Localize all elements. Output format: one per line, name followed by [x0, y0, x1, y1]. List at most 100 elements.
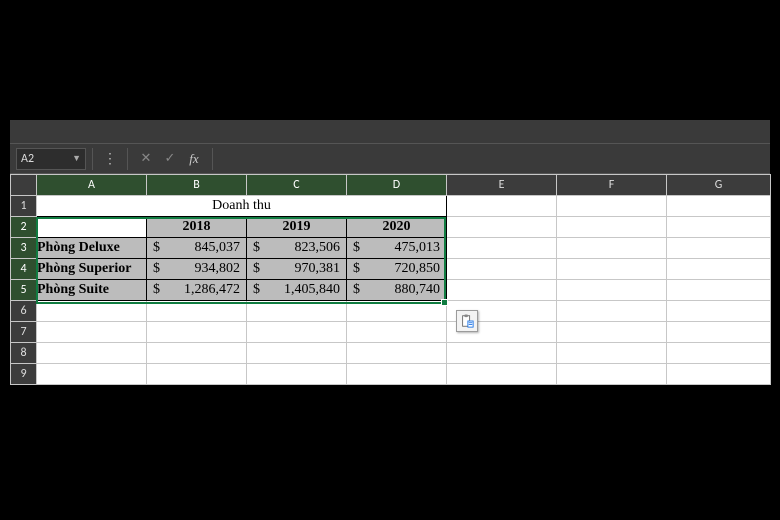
cell-A5[interactable]: Phòng Suite	[37, 280, 147, 301]
cell-F4[interactable]	[557, 259, 667, 280]
formula-input[interactable]	[219, 148, 770, 170]
cell-B9[interactable]	[147, 364, 247, 385]
cell-A6[interactable]	[37, 301, 147, 322]
cell-G2[interactable]	[667, 217, 771, 238]
cell-E4[interactable]	[447, 259, 557, 280]
row-header-5[interactable]: 5	[11, 280, 37, 301]
row-header-3[interactable]: 3	[11, 238, 37, 259]
cell-G5[interactable]	[667, 280, 771, 301]
cell-F5[interactable]	[557, 280, 667, 301]
cell-A4[interactable]: Phòng Superior	[37, 259, 147, 280]
cell-D3[interactable]: $475,013	[347, 238, 447, 259]
cell-G7[interactable]	[667, 322, 771, 343]
col-header-E[interactable]: E	[447, 175, 557, 196]
cell-D7[interactable]	[347, 322, 447, 343]
cell-G8[interactable]	[667, 343, 771, 364]
cell-G9[interactable]	[667, 364, 771, 385]
cell-B5[interactable]: $1,286,472	[147, 280, 247, 301]
cell-F6[interactable]	[557, 301, 667, 322]
insert-function-button[interactable]: fx	[182, 148, 206, 170]
col-header-G[interactable]: G	[667, 175, 771, 196]
cell-C8[interactable]	[247, 343, 347, 364]
currency-symbol: $	[353, 261, 360, 277]
cell-G6[interactable]	[667, 301, 771, 322]
col-header-D[interactable]: D	[347, 175, 447, 196]
row-2: 2 2018 2019 2020	[11, 217, 771, 238]
col-header-B[interactable]: B	[147, 175, 247, 196]
row-header-4[interactable]: 4	[11, 259, 37, 280]
cancel-icon: ✕	[141, 151, 152, 166]
cell-B3[interactable]: $845,037	[147, 238, 247, 259]
cell-F8[interactable]	[557, 343, 667, 364]
cell-C5[interactable]: $1,405,840	[247, 280, 347, 301]
ribbon-collapsed-area	[10, 120, 770, 144]
cell-F2[interactable]	[557, 217, 667, 238]
cell-F1[interactable]	[557, 196, 667, 217]
divider	[92, 148, 93, 170]
row-3: 3 Phòng Deluxe $845,037 $823,506 $475,01…	[11, 238, 771, 259]
cell-A1-merged-title[interactable]: Doanh thu	[37, 196, 447, 217]
row-header-9[interactable]: 9	[11, 364, 37, 385]
cell-B7[interactable]	[147, 322, 247, 343]
cell-A3[interactable]: Phòng Deluxe	[37, 238, 147, 259]
row-header-7[interactable]: 7	[11, 322, 37, 343]
cell-D2[interactable]: 2020	[347, 217, 447, 238]
cell-E1[interactable]	[447, 196, 557, 217]
row-header-2[interactable]: 2	[11, 217, 37, 238]
cell-D6[interactable]	[347, 301, 447, 322]
cell-F3[interactable]	[557, 238, 667, 259]
cell-A9[interactable]	[37, 364, 147, 385]
col-header-F[interactable]: F	[557, 175, 667, 196]
worksheet-grid[interactable]: A B C D E F G 1 Doanh thu 2 2018 2019	[10, 174, 770, 385]
cell-A7[interactable]	[37, 322, 147, 343]
cell-C2[interactable]: 2019	[247, 217, 347, 238]
cell-B8[interactable]	[147, 343, 247, 364]
check-icon: ✓	[165, 151, 176, 166]
cell-C6[interactable]	[247, 301, 347, 322]
cell-C7[interactable]	[247, 322, 347, 343]
cell-F9[interactable]	[557, 364, 667, 385]
cell-E3[interactable]	[447, 238, 557, 259]
cell-C3[interactable]: $823,506	[247, 238, 347, 259]
sheet-table: A B C D E F G 1 Doanh thu 2 2018 2019	[10, 174, 771, 385]
cell-B4[interactable]: $934,802	[147, 259, 247, 280]
cell-A8[interactable]	[37, 343, 147, 364]
cell-D9[interactable]	[347, 364, 447, 385]
cell-F7[interactable]	[557, 322, 667, 343]
cell-E5[interactable]	[447, 280, 557, 301]
cell-value: 845,037	[195, 240, 241, 256]
cell-E8[interactable]	[447, 343, 557, 364]
row-8: 8	[11, 343, 771, 364]
col-header-A[interactable]: A	[37, 175, 147, 196]
col-header-C[interactable]: C	[247, 175, 347, 196]
currency-symbol: $	[153, 240, 160, 256]
cell-B6[interactable]	[147, 301, 247, 322]
chevron-down-icon: ▼	[72, 153, 81, 164]
cell-G3[interactable]	[667, 238, 771, 259]
cell-C9[interactable]	[247, 364, 347, 385]
enter-button[interactable]: ✓	[158, 148, 182, 170]
expand-dots-icon[interactable]: ⋮	[99, 150, 121, 167]
cell-E9[interactable]	[447, 364, 557, 385]
select-all-corner[interactable]	[11, 175, 37, 196]
name-box[interactable]: A2 ▼	[16, 148, 86, 170]
cell-G4[interactable]	[667, 259, 771, 280]
paste-options-button[interactable]	[456, 310, 478, 332]
cell-B2[interactable]: 2018	[147, 217, 247, 238]
row-header-8[interactable]: 8	[11, 343, 37, 364]
cell-D4[interactable]: $720,850	[347, 259, 447, 280]
excel-window: A2 ▼ ⋮ ✕ ✓ fx A B C D E F G	[10, 120, 770, 385]
cell-D5[interactable]: $880,740	[347, 280, 447, 301]
row-header-1[interactable]: 1	[11, 196, 37, 217]
cell-value: 970,381	[295, 261, 341, 277]
cell-G1[interactable]	[667, 196, 771, 217]
cell-E2[interactable]	[447, 217, 557, 238]
name-box-value: A2	[21, 152, 34, 166]
row-header-6[interactable]: 6	[11, 301, 37, 322]
cell-value: 1,405,840	[284, 282, 340, 298]
row-5: 5 Phòng Suite $1,286,472 $1,405,840 $880…	[11, 280, 771, 301]
cell-A2[interactable]	[37, 217, 147, 238]
cancel-button[interactable]: ✕	[134, 148, 158, 170]
cell-C4[interactable]: $970,381	[247, 259, 347, 280]
cell-D8[interactable]	[347, 343, 447, 364]
